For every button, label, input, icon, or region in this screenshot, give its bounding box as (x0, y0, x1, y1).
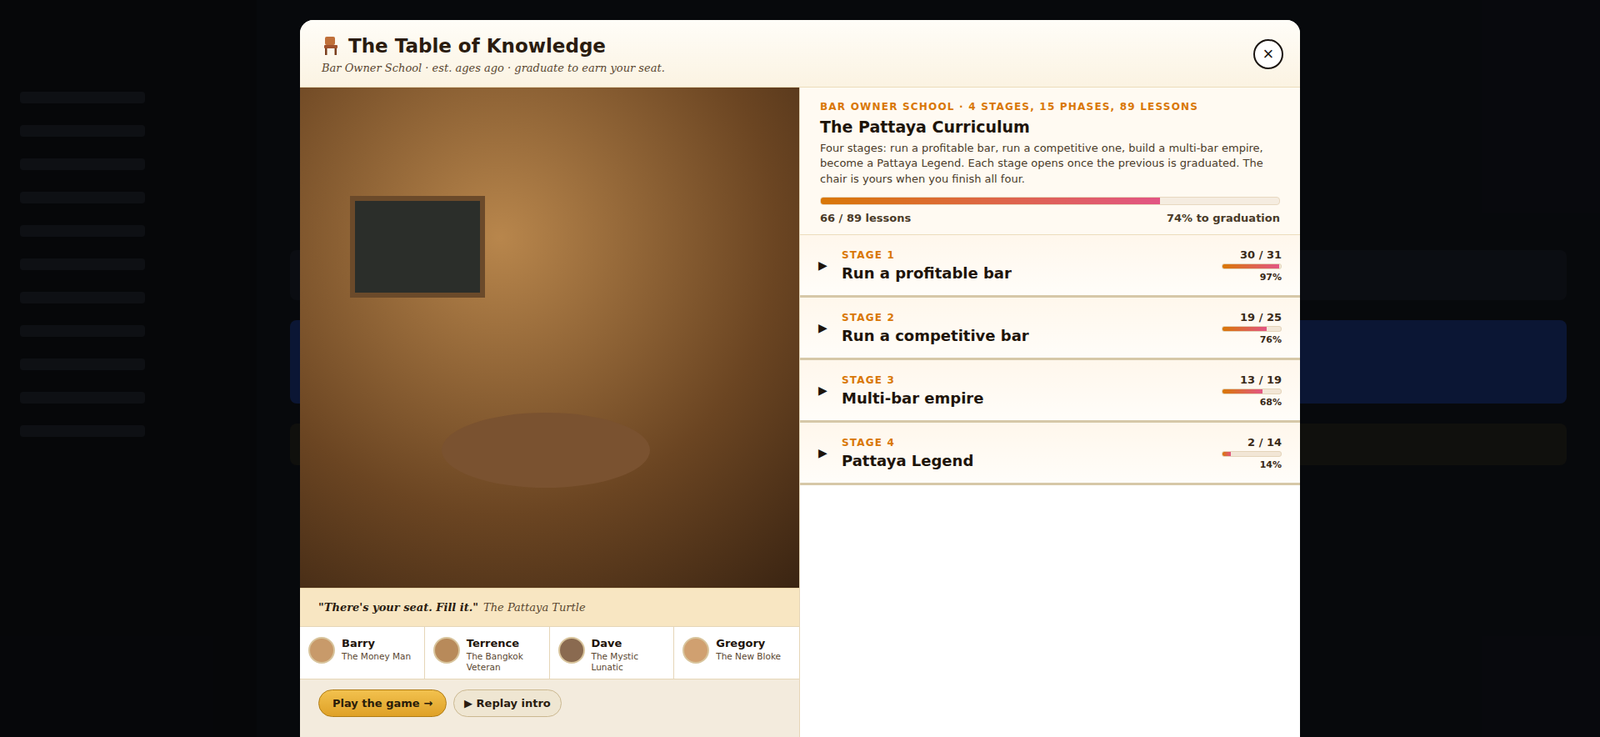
stage-toggle[interactable]: ▶ (818, 258, 830, 272)
character-text: DaveThe Mystic Lunatic (591, 636, 668, 672)
curriculum-description: Four stages: run a profitable bar, run a… (820, 140, 1280, 187)
modal-body: "There's your seat. Fill it." The Pattaya… (300, 87, 1300, 737)
modal: The Table of Knowledge Bar Owner School ·… (300, 20, 1300, 737)
character-text: BarryThe Money Man (341, 636, 411, 672)
stage-title: Run a profitable bar (841, 264, 1204, 282)
chalkboard (350, 195, 485, 298)
modal-header: The Table of Knowledge Bar Owner School ·… (300, 20, 1300, 88)
character-avatar (558, 636, 585, 664)
progress-fill (820, 197, 1160, 205)
stage-label: STAGE 4 (841, 436, 1204, 449)
character-avatar (433, 636, 460, 664)
stage-count: 13 / 19 (1240, 373, 1282, 386)
curriculum-panel: BAR OWNER SCHOOL · 4 STAGES, 15 PHASES, … (800, 87, 1300, 737)
character-item[interactable]: DaveThe Mystic Lunatic (550, 626, 675, 679)
character-name: Terrence (466, 636, 543, 650)
stage-label: STAGE 2 (841, 311, 1204, 324)
stage-progress-bar (1221, 388, 1282, 395)
action-row: Play the game →▶ Replay intro (300, 679, 800, 727)
stage-row[interactable]: ▶ STAGE 1 Run a profitable bar 30 / 31 97% (800, 235, 1300, 298)
curriculum-header: BAR OWNER SCHOOL · 4 STAGES, 15 PHASES, … (800, 87, 1300, 235)
stage-progress: 30 / 31 97% (1215, 248, 1282, 283)
stage-row[interactable]: ▶ STAGE 2 Run a competitive bar 19 / 25 76% (800, 297, 1300, 360)
stage-row[interactable]: ▶ STAGE 4 Pattaya Legend 2 / 14 14% (800, 422, 1300, 485)
stage-percent: 76% (1260, 334, 1282, 345)
curriculum-eyebrow: BAR OWNER SCHOOL · 4 STAGES, 15 PHASES, … (820, 100, 1280, 113)
stage-row[interactable]: ▶ STAGE 3 Multi-bar empire 13 / 19 68% (800, 360, 1300, 423)
character-text: TerrenceThe Bangkok Veteran (466, 636, 543, 672)
character-list: BarryThe Money Man TerrenceThe Bangkok Ve… (300, 626, 800, 680)
chair-icon (321, 35, 340, 56)
action-button[interactable]: ▶ Replay intro (453, 689, 562, 717)
stage-text: STAGE 1 Run a profitable bar (841, 249, 1204, 282)
page: The Table of Knowledge Bar Owner School ·… (0, 0, 1600, 737)
stage-percent: 68% (1260, 396, 1282, 408)
stage-percent: 97% (1260, 271, 1282, 283)
bar-illustration (300, 87, 800, 588)
character-role: The Mystic Lunatic (591, 650, 668, 672)
stage-text: STAGE 3 Multi-bar empire (841, 374, 1204, 407)
character-name: Dave (591, 636, 668, 650)
close-button[interactable]: × (1253, 39, 1284, 70)
stage-progress-fill (1222, 264, 1280, 269)
stage-count: 2 / 14 (1247, 435, 1282, 449)
stage-label: STAGE 1 (841, 249, 1204, 261)
stage-percent: 14% (1260, 459, 1282, 470)
stage-progress: 13 / 19 68% (1215, 373, 1282, 408)
character-name: Gregory (715, 636, 781, 650)
character-avatar (682, 636, 710, 664)
curriculum-meta: 66 / 89 lessons 74% to graduation (820, 211, 1280, 225)
stage-progress-fill (1222, 389, 1263, 394)
character-item[interactable]: BarryThe Money Man (300, 626, 425, 679)
stage-toggle[interactable]: ▶ (818, 320, 830, 335)
stage-progress-bar (1221, 263, 1282, 270)
curriculum-title: The Pattaya Curriculum (820, 117, 1280, 136)
character-role: The Money Man (341, 650, 411, 662)
character-name: Barry (341, 636, 411, 650)
stage-title: Pattaya Legend (841, 451, 1204, 470)
left-panel: "There's your seat. Fill it." The Pattaya… (300, 87, 800, 737)
modal-subtitle: Bar Owner School · est. ages ago · gradu… (321, 61, 665, 75)
lesson-count: 66 / 89 lessons (820, 211, 911, 225)
modal-title: The Table of Knowledge (348, 35, 606, 57)
quote-text: "There's your seat. Fill it." (318, 600, 479, 614)
stage-label: STAGE 3 (841, 374, 1204, 386)
character-role: The New Bloke (715, 650, 781, 662)
character-avatar (308, 636, 335, 664)
stage-toggle[interactable]: ▶ (818, 383, 830, 397)
stage-toggle[interactable]: ▶ (818, 445, 830, 460)
title-row: The Table of Knowledge (321, 35, 665, 57)
stage-title: Run a competitive bar (841, 326, 1204, 345)
stage-text: STAGE 4 Pattaya Legend (841, 436, 1204, 470)
stage-text: STAGE 2 Run a competitive bar (841, 311, 1204, 345)
table-shape (441, 412, 650, 488)
quote-bar: "There's your seat. Fill it." The Pattaya… (300, 587, 800, 627)
stage-progress: 19 / 25 76% (1215, 310, 1282, 345)
header-text: The Table of Knowledge Bar Owner School ·… (321, 35, 665, 75)
stage-progress-bar (1221, 450, 1282, 457)
character-text: GregoryThe New Bloke (715, 636, 781, 672)
stage-count: 30 / 31 (1240, 248, 1282, 261)
stage-title: Multi-bar empire (841, 389, 1204, 407)
graduation-percent: 74% to graduation (1166, 211, 1280, 225)
character-item[interactable]: GregoryThe New Bloke (674, 626, 800, 679)
quote-author: The Pattaya Turtle (483, 600, 586, 614)
stage-progress-bar (1221, 325, 1282, 332)
stage-count: 19 / 25 (1240, 310, 1282, 324)
character-role: The Bangkok Veteran (466, 650, 543, 672)
character-item[interactable]: TerrenceThe Bangkok Veteran (425, 626, 550, 679)
action-button[interactable]: Play the game → (318, 689, 447, 717)
stage-progress-fill (1222, 326, 1267, 331)
stage-progress-fill (1222, 451, 1231, 456)
curriculum-progress (820, 196, 1280, 205)
stage-progress: 2 / 14 14% (1215, 435, 1282, 470)
